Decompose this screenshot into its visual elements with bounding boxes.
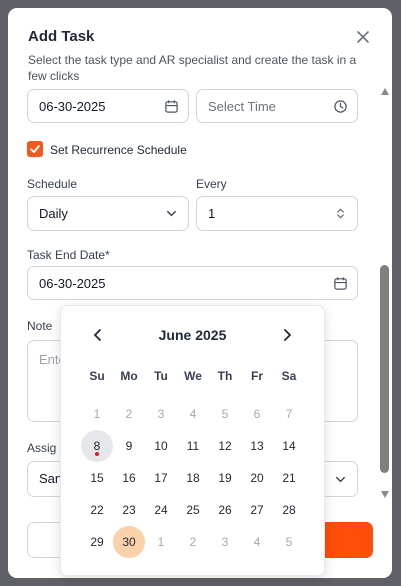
calendar-day[interactable]: 19 (209, 462, 241, 494)
calendar-day[interactable]: 18 (177, 462, 209, 494)
calendar-day[interactable]: 1 (81, 398, 113, 430)
modal-subtitle: Select the task type and AR specialist a… (28, 53, 357, 83)
task-date-value: 06-30-2025 (39, 99, 106, 114)
calendar-day[interactable]: 1 (145, 526, 177, 558)
scroll-down-arrow[interactable] (381, 491, 389, 498)
calendar-day[interactable]: 17 (145, 462, 177, 494)
today-indicator-dot (95, 452, 99, 456)
close-icon[interactable] (353, 27, 373, 47)
calendar-day[interactable]: 12 (209, 430, 241, 462)
calendar-day[interactable]: 4 (241, 526, 273, 558)
calendar-day[interactable]: 10 (145, 430, 177, 462)
calendar-day[interactable]: 21 (273, 462, 305, 494)
calendar-day[interactable]: 4 (177, 398, 209, 430)
recurrence-checkbox[interactable] (27, 141, 43, 157)
calendar-day[interactable]: 9 (113, 430, 145, 462)
calendar-day[interactable]: 6 (241, 398, 273, 430)
calendar-day[interactable]: 28 (273, 494, 305, 526)
calendar-day[interactable]: 5 (273, 526, 305, 558)
recurrence-label: Set Recurrence Schedule (50, 143, 187, 157)
calendar-day[interactable]: 8 (81, 430, 113, 462)
weekday-label: Sa (281, 369, 297, 383)
calendar-day[interactable]: 7 (273, 398, 305, 430)
chevron-down-icon (167, 210, 176, 217)
weekday-label: Fr (251, 369, 263, 383)
check-icon (30, 145, 40, 153)
calendar-day-selected[interactable]: 30 (113, 526, 145, 558)
calendar-day[interactable]: 29 (81, 526, 113, 558)
calendar-day[interactable]: 25 (177, 494, 209, 526)
calendar-day[interactable]: 3 (209, 526, 241, 558)
weekday-label: Th (217, 369, 233, 383)
scrollbar[interactable] (378, 88, 392, 502)
weekday-label: Tu (154, 369, 168, 383)
date-picker-popover: June 2025 Su Mo Tu We Th Fr Sa 1 2 3 4 5 6 7 8 9 10 11 12… (60, 305, 325, 576)
calendar-day[interactable]: 23 (113, 494, 145, 526)
every-label: Every (196, 177, 227, 191)
calendar-day[interactable]: 3 (145, 398, 177, 430)
calendar-day[interactable]: 26 (209, 494, 241, 526)
scroll-up-arrow[interactable] (381, 88, 389, 95)
weekday-label: Su (89, 369, 105, 383)
stepper-icon[interactable] (333, 206, 348, 221)
calendar-day[interactable]: 24 (145, 494, 177, 526)
assign-value: San (39, 471, 63, 486)
end-date-field[interactable]: 06-30-2025 (27, 266, 358, 300)
calendar-day[interactable]: 2 (177, 526, 209, 558)
weekday-label: We (184, 369, 202, 383)
modal-title: Add Task (28, 28, 95, 45)
end-date-label: Task End Date* (27, 248, 110, 262)
clock-icon (334, 100, 347, 113)
calendar-day[interactable]: 20 (241, 462, 273, 494)
schedule-value: Daily (39, 206, 68, 221)
chevron-down-icon (336, 476, 345, 483)
every-stepper[interactable]: 1 (196, 196, 358, 231)
assign-label: Assig (27, 441, 57, 455)
chevron-right-icon[interactable] (277, 325, 297, 345)
scroll-thumb[interactable] (380, 265, 389, 473)
calendar-icon (334, 277, 347, 290)
calendar-icon (165, 100, 178, 113)
select-time-placeholder: Select Time (208, 99, 276, 114)
calendar-day[interactable]: 13 (241, 430, 273, 462)
task-date-field[interactable]: 06-30-2025 (27, 89, 189, 123)
calendar-day[interactable]: 14 (273, 430, 305, 462)
calendar-day[interactable]: 16 (113, 462, 145, 494)
note-label: Note (27, 319, 53, 333)
calendar-day[interactable]: 27 (241, 494, 273, 526)
weekday-label: Mo (120, 369, 138, 383)
calendar-day[interactable]: 22 (81, 494, 113, 526)
end-date-value: 06-30-2025 (39, 276, 106, 291)
every-value: 1 (208, 206, 216, 221)
select-time-field[interactable]: Select Time (196, 89, 358, 123)
calendar-day[interactable]: 11 (177, 430, 209, 462)
schedule-label: Schedule (27, 177, 78, 191)
calendar-day[interactable]: 2 (113, 398, 145, 430)
schedule-select[interactable]: Daily (27, 196, 189, 231)
calendar-day[interactable]: 15 (81, 462, 113, 494)
calendar-day[interactable]: 5 (209, 398, 241, 430)
